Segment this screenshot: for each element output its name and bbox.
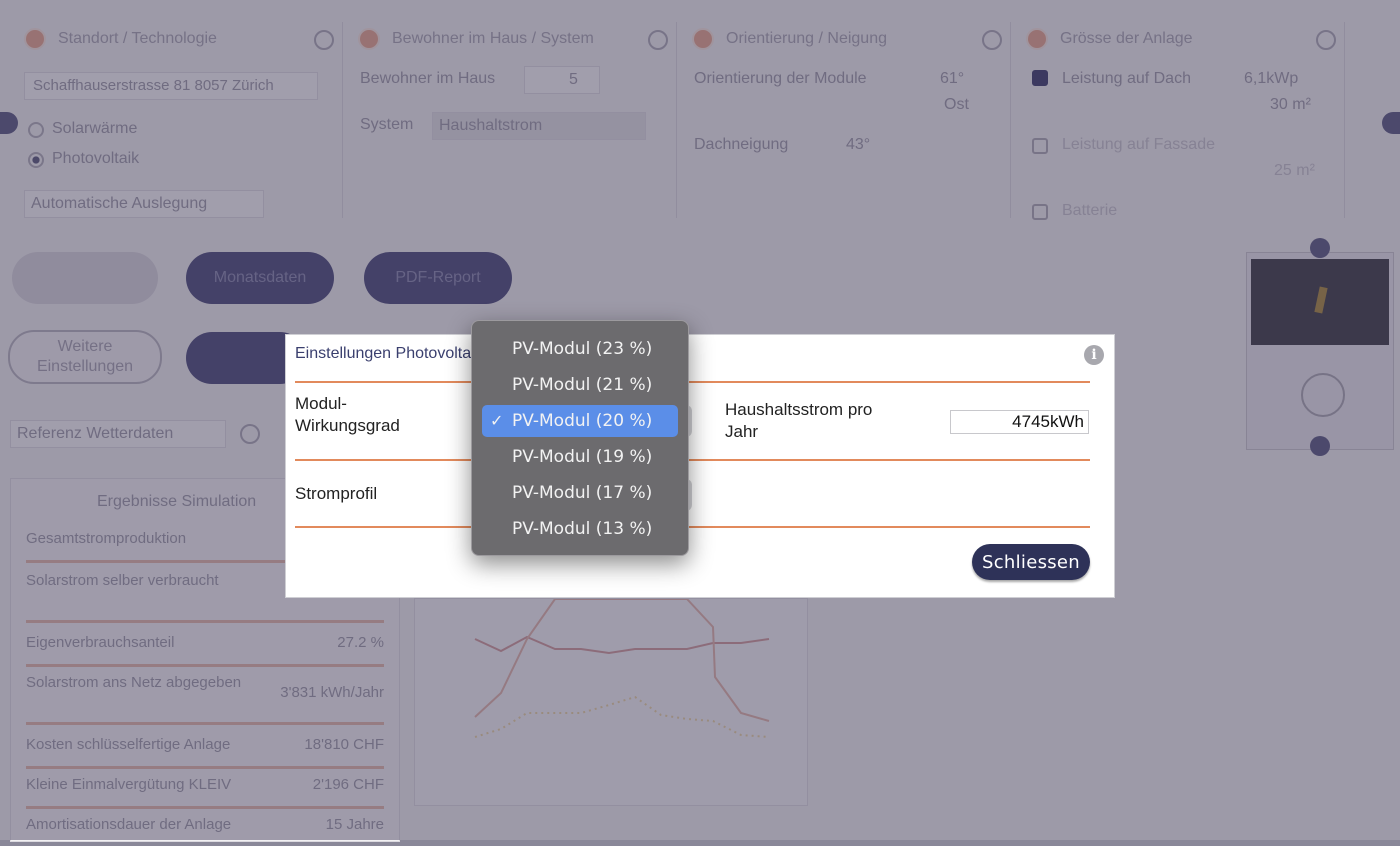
- info-icon[interactable]: i: [1084, 345, 1104, 365]
- check-icon: ✓: [490, 411, 504, 430]
- settings-modal: Einstellungen Photovoltaik i Modul- Wirk…: [285, 334, 1115, 598]
- separator: [295, 459, 1090, 461]
- separator: [295, 381, 1090, 383]
- dropdown-option[interactable]: PV-Modul (21 %): [482, 369, 678, 401]
- household-label-line1: Haushaltsstrom pro: [725, 400, 873, 419]
- dropdown-option[interactable]: PV-Modul (19 %): [482, 441, 678, 473]
- modal-title: Einstellungen Photovoltaik: [295, 345, 483, 362]
- dropdown-option-label: PV-Modul (17 %): [512, 483, 653, 503]
- household-label-line2: Jahr: [725, 422, 759, 441]
- dropdown-option[interactable]: PV-Modul (13 %): [482, 513, 678, 545]
- household-power-input[interactable]: [950, 410, 1089, 434]
- household-label: Haushaltsstrom pro Jahr: [725, 399, 872, 443]
- efficiency-dropdown-menu: PV-Modul (23 %) PV-Modul (21 %) ✓ PV-Modu…: [471, 320, 689, 556]
- dropdown-option-label: PV-Modul (13 %): [512, 519, 653, 539]
- separator: [295, 526, 1090, 528]
- efficiency-label: Modul- Wirkungsgrad: [295, 393, 400, 437]
- dropdown-option-label: PV-Modul (19 %): [512, 447, 653, 467]
- dropdown-option[interactable]: PV-Modul (23 %): [482, 333, 678, 365]
- dropdown-option[interactable]: PV-Modul (17 %): [482, 477, 678, 509]
- profile-label: Stromprofil: [295, 484, 378, 503]
- dropdown-option-label: PV-Modul (21 %): [512, 375, 653, 395]
- efficiency-label-line1: Modul-: [295, 394, 347, 413]
- dropdown-option[interactable]: ✓ PV-Modul (20 %): [482, 405, 678, 437]
- close-button[interactable]: Schliessen: [972, 544, 1090, 580]
- dropdown-option-label: PV-Modul (23 %): [512, 339, 653, 359]
- efficiency-label-line2: Wirkungsgrad: [295, 416, 400, 435]
- dropdown-option-label: PV-Modul (20 %): [512, 411, 653, 431]
